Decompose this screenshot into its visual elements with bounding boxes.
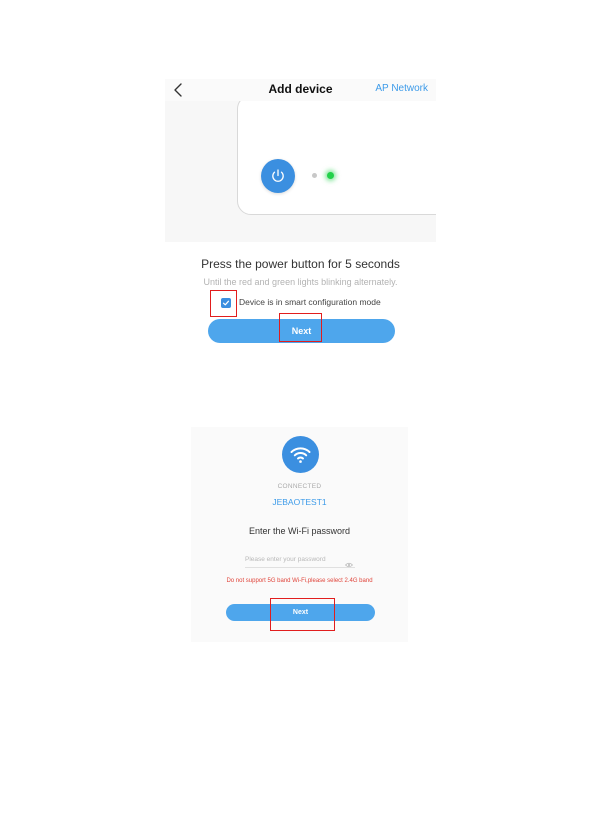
password-prompt: Enter the Wi-Fi password bbox=[248, 526, 351, 536]
band-warning: Do not support 5G band Wi-Fi,please sele… bbox=[226, 578, 373, 584]
power-icon bbox=[261, 159, 295, 193]
wifi-icon bbox=[282, 436, 319, 473]
green-led-indicator bbox=[327, 172, 334, 179]
connection-status: CONNECTED bbox=[277, 483, 322, 490]
checkbox-highlight-box bbox=[210, 290, 237, 317]
instruction-subtitle: Until the red and green lights blinking … bbox=[203, 277, 398, 287]
password-input[interactable] bbox=[245, 551, 355, 568]
add-device-screen: Add device AP Network Press the power bu… bbox=[165, 79, 436, 349]
ap-network-link[interactable]: AP Network bbox=[375, 83, 428, 94]
gray-led-indicator bbox=[312, 173, 317, 178]
wifi-ssid: JEBAOTEST1 bbox=[272, 497, 327, 507]
checkbox-label: Device is in smart configuration mode bbox=[239, 297, 381, 307]
nav-bar: Add device AP Network bbox=[165, 79, 436, 101]
next-button-highlight-box bbox=[270, 598, 335, 631]
device-body bbox=[237, 101, 436, 215]
next-button-highlight-box bbox=[279, 313, 322, 342]
eye-icon[interactable] bbox=[345, 555, 353, 568]
instruction-title: Press the power button for 5 seconds bbox=[201, 257, 400, 271]
device-illustration bbox=[165, 101, 436, 242]
